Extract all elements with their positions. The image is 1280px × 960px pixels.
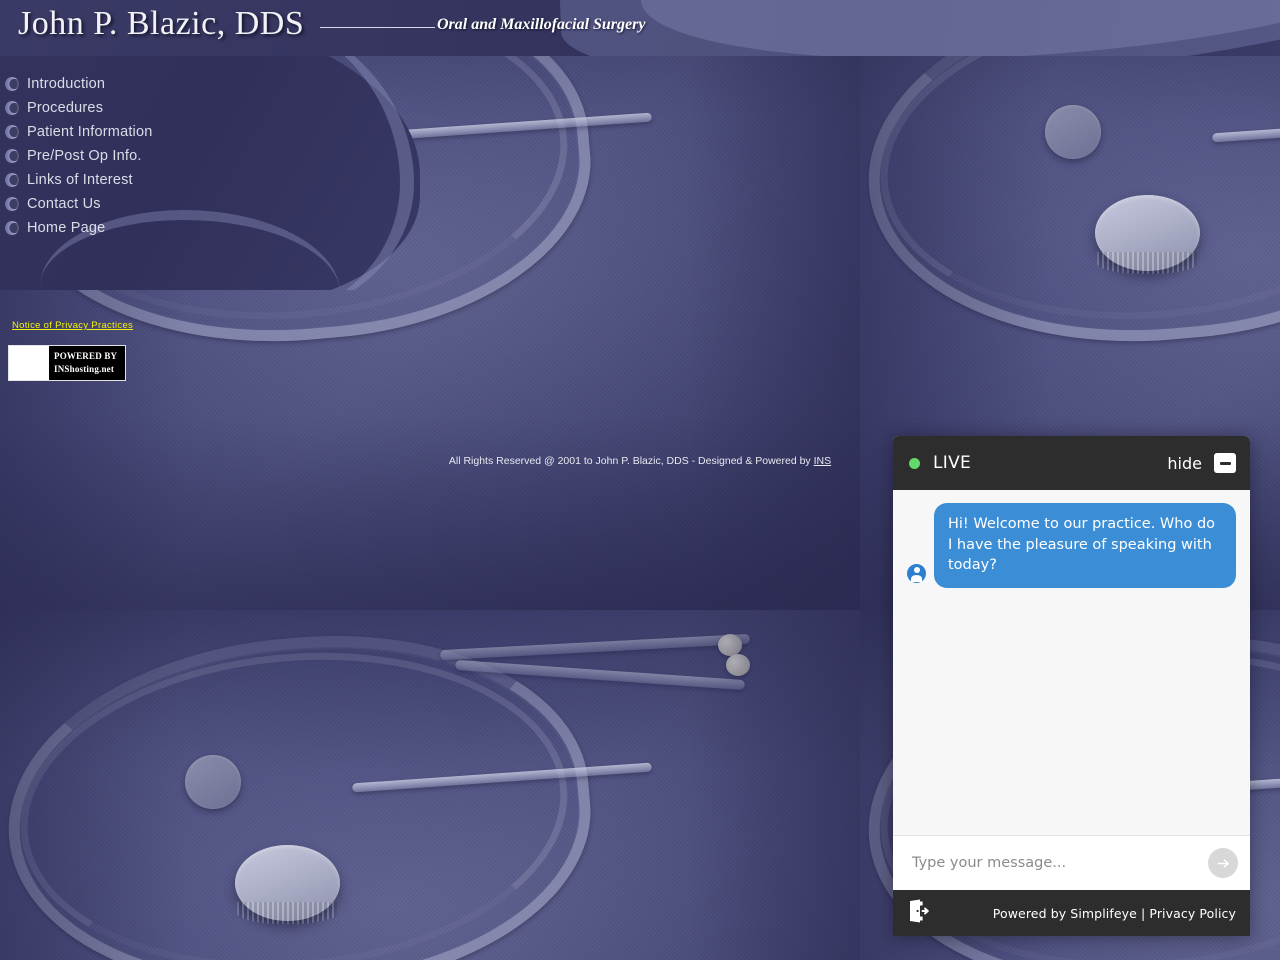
title-divider — [320, 27, 435, 28]
chat-header: LIVE hide — [893, 436, 1250, 490]
sidebar-item-label: Contact Us — [27, 196, 101, 212]
badge-line-2: INShosting.net — [54, 364, 115, 374]
chat-message-input[interactable] — [910, 854, 1208, 872]
exit-door-icon[interactable] — [907, 899, 929, 927]
crescent-bullet-icon — [5, 101, 19, 115]
chat-footer: Powered by Simplifeye | Privacy Policy — [893, 890, 1250, 936]
send-message-button[interactable] — [1208, 848, 1238, 878]
crescent-bullet-icon — [5, 221, 19, 235]
chat-message-row: Hi! Welcome to our practice. Who do I ha… — [907, 503, 1236, 588]
arrow-right-icon — [1217, 858, 1229, 868]
chat-status-label: LIVE — [933, 453, 972, 473]
inshosting-badge-text: POWERED BY INShosting.net — [49, 346, 125, 380]
sidebar-item-label: Patient Information — [27, 124, 153, 140]
chat-footer-credit[interactable]: Powered by Simplifeye | Privacy Policy — [993, 906, 1236, 921]
sidebar-item-contact-us[interactable]: Contact Us — [0, 192, 153, 216]
chat-message-bubble: Hi! Welcome to our practice. Who do I ha… — [934, 503, 1236, 588]
chat-message-list: Hi! Welcome to our practice. Who do I ha… — [893, 490, 1250, 835]
online-status-icon — [909, 457, 920, 469]
crescent-bullet-icon — [5, 197, 19, 211]
page-title: John P. Blazic, DDS — [18, 5, 305, 42]
live-chat-widget: LIVE hide Hi! Welcome to our practice. W… — [893, 436, 1250, 936]
sidebar-item-procedures[interactable]: Procedures — [0, 96, 153, 120]
sidebar-item-label: Introduction — [27, 76, 106, 92]
badge-line-1: POWERED BY — [54, 350, 118, 361]
globe-icon — [9, 346, 49, 380]
footer-host-link[interactable]: INS — [814, 455, 832, 467]
sidebar-item-label: Procedures — [27, 100, 104, 116]
chat-hide-button[interactable]: hide — [1167, 454, 1202, 473]
sidebar-item-pre-post-op-info[interactable]: Pre/Post Op Info. — [0, 144, 153, 168]
sidebar-item-links-of-interest[interactable]: Links of Interest — [0, 168, 153, 192]
sidebar-item-patient-information[interactable]: Patient Information — [0, 120, 153, 144]
sidebar-item-introduction[interactable]: Introduction — [0, 72, 153, 96]
sidebar-item-label: Home Page — [27, 220, 106, 236]
sidebar-item-label: Links of Interest — [27, 172, 133, 188]
chat-minimize-button[interactable] — [1214, 453, 1236, 473]
sidebar-item-label: Pre/Post Op Info. — [27, 148, 142, 164]
crescent-bullet-icon — [5, 173, 19, 187]
privacy-practices-link[interactable]: Notice of Privacy Practices — [12, 320, 133, 331]
inshosting-badge[interactable]: POWERED BY INShosting.net — [8, 345, 126, 381]
background-tile — [0, 610, 860, 960]
site-header: John P. Blazic, DDS Oral and Maxillofaci… — [0, 0, 1280, 56]
sidebar-item-home-page[interactable]: Home Page — [0, 216, 153, 240]
avatar — [907, 563, 926, 583]
copyright-text: All Rights Reserved @ 2001 to John P. Bl… — [448, 455, 814, 467]
crescent-bullet-icon — [5, 125, 19, 139]
crescent-bullet-icon — [5, 149, 19, 163]
page-tagline: Oral and Maxillofacial Surgery — [437, 16, 646, 33]
crescent-bullet-icon — [5, 77, 19, 91]
chat-input-area — [893, 835, 1250, 890]
minus-icon — [1219, 461, 1231, 465]
background-shading — [0, 610, 860, 960]
main-navigation: Introduction Procedures Patient Informat… — [0, 72, 153, 240]
